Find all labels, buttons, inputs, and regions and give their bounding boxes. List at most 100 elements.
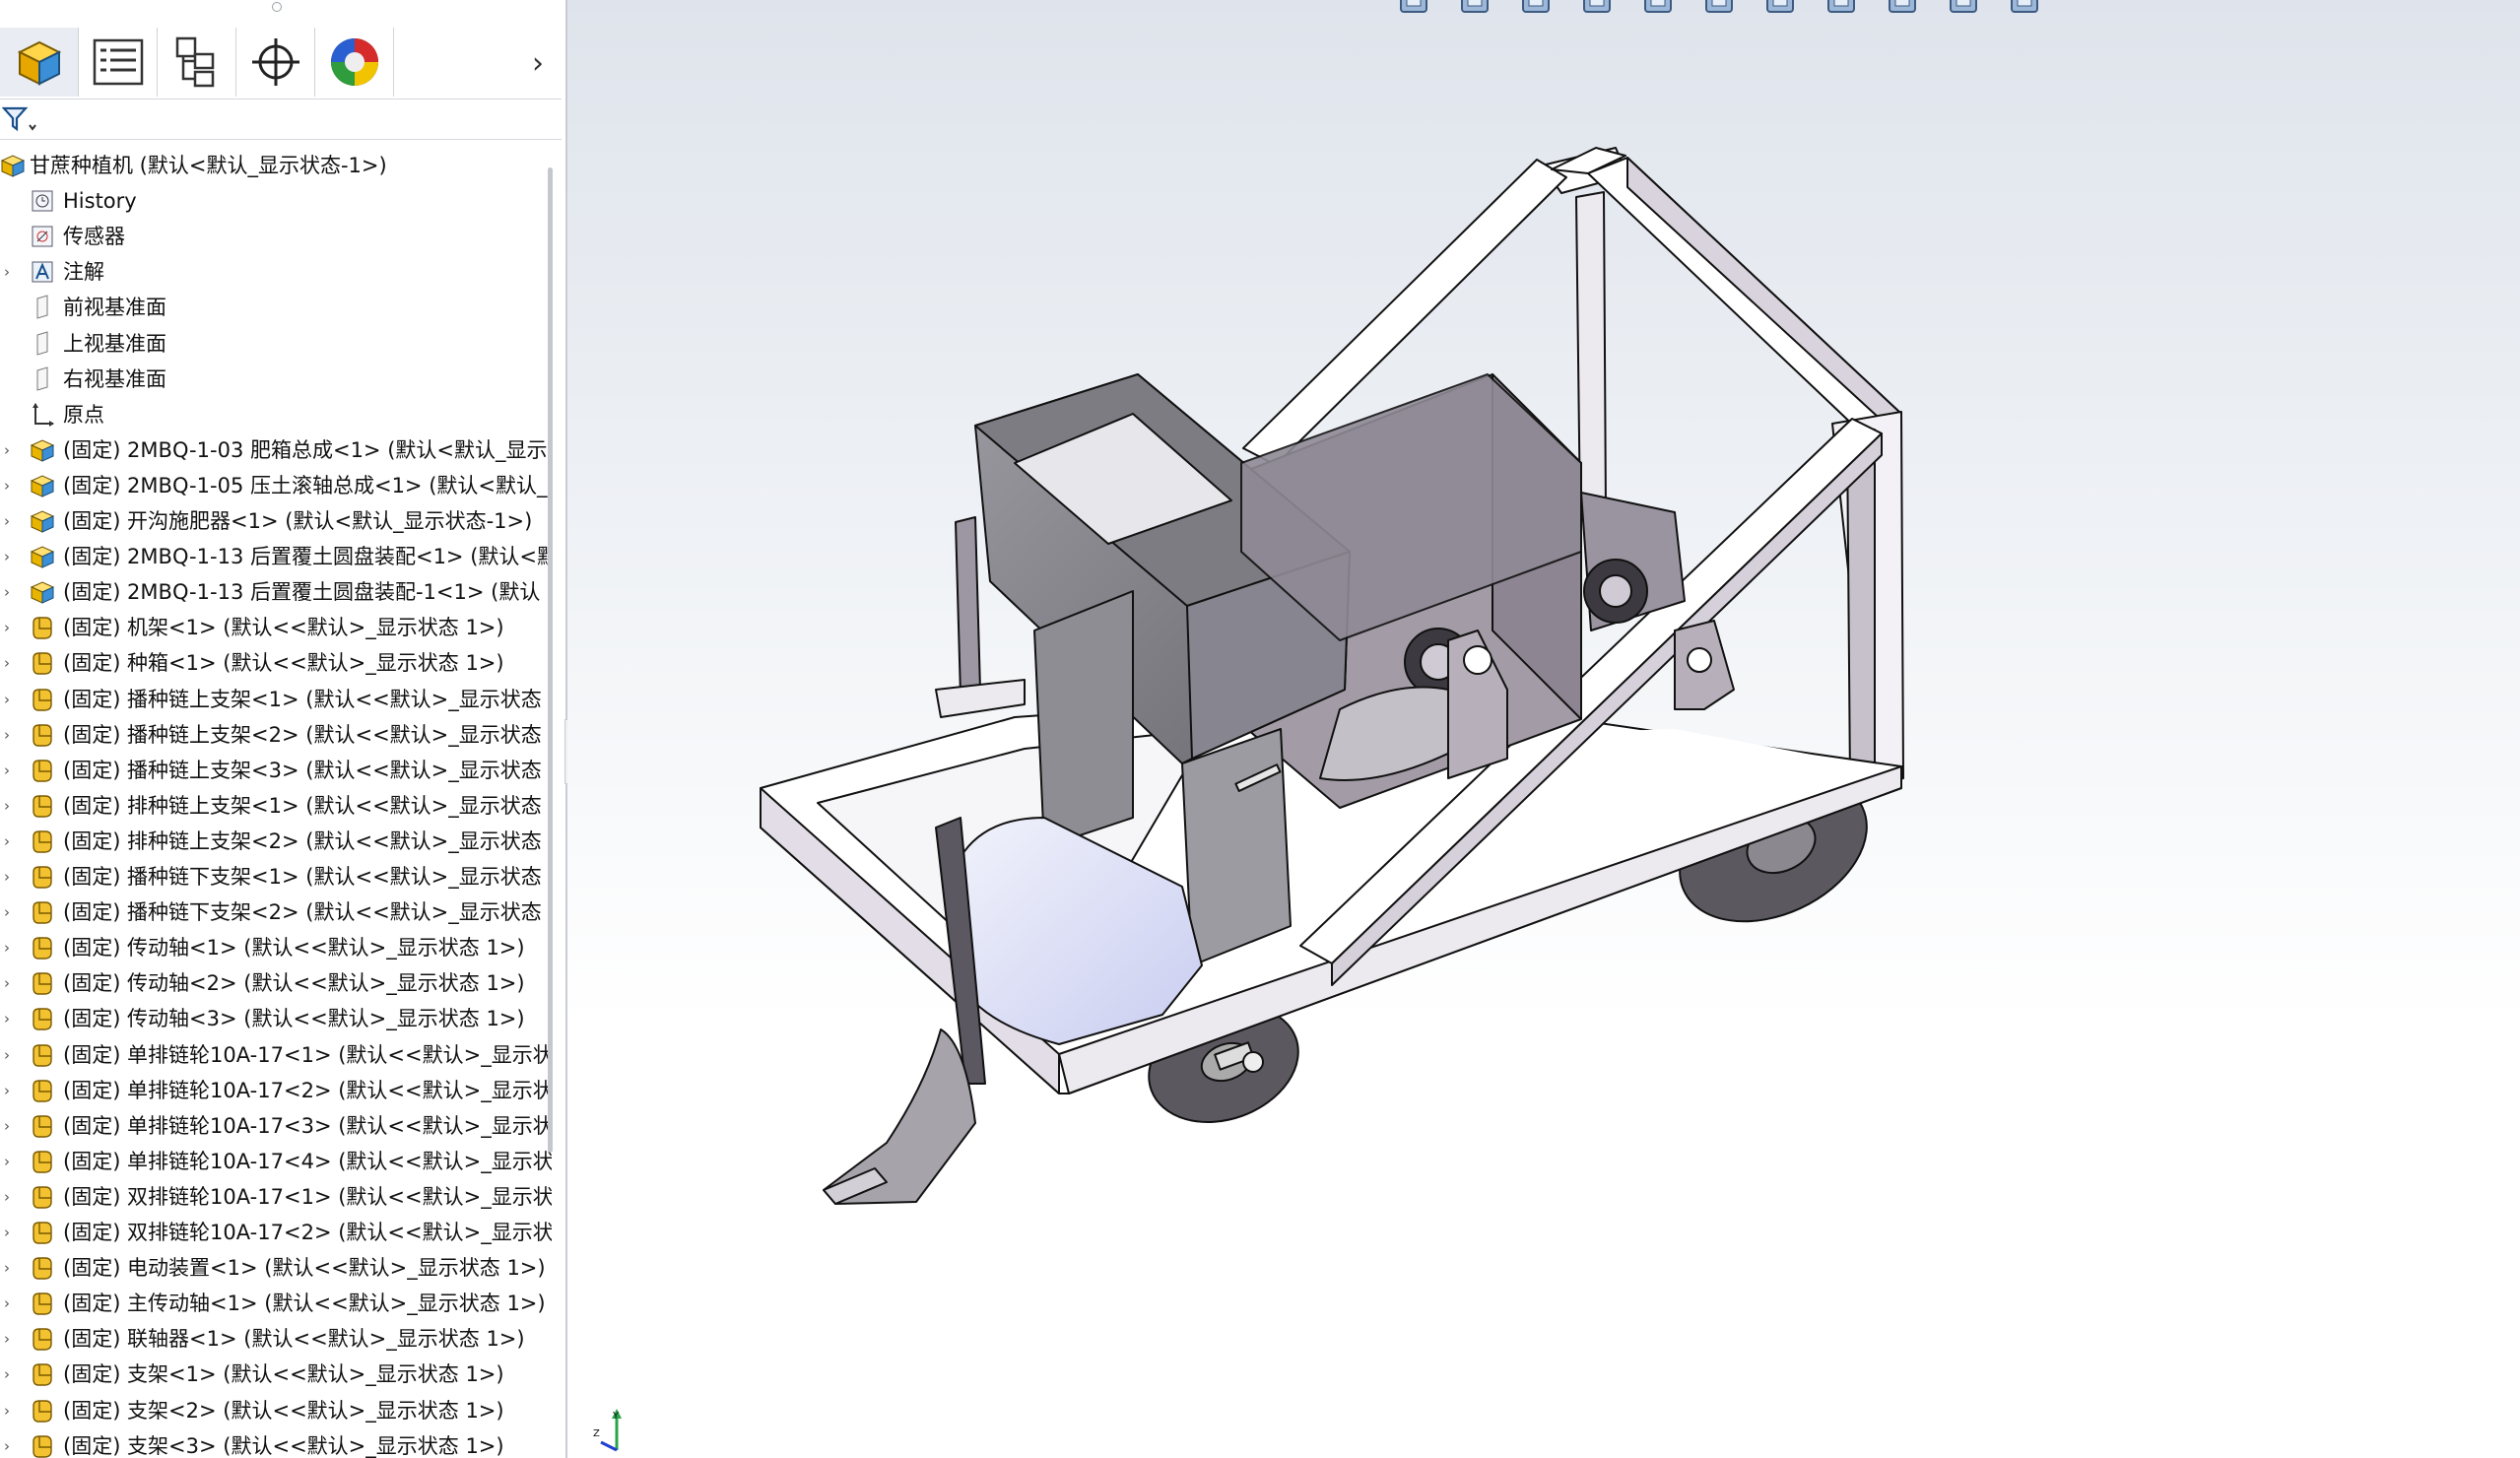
tree-row-label: (固定) 传动轴<1> (默认<<默认>_显示状态 1>) <box>63 936 525 961</box>
graphics-area[interactable]: Y Z <box>567 0 2520 1458</box>
expand-arrow-icon[interactable]: › <box>4 1258 18 1278</box>
tree-row-component-26[interactable]: › (固定) 支架<1> (默认<<默认>_显示状态 1>) <box>0 1357 552 1392</box>
tree-row-label: (固定) 播种链下支架<1> (默认<<默认>_显示状态 <box>63 865 542 889</box>
part-icon <box>30 864 55 890</box>
tree-row-item-5[interactable]: 右视基准面 <box>0 362 552 397</box>
tree-row-component-5[interactable]: › (固定) 机架<1> (默认<<默认>_显示状态 1>) <box>0 610 552 645</box>
funnel-filter-icon[interactable] <box>2 105 37 133</box>
expand-arrow-icon[interactable]: › <box>4 1293 18 1313</box>
subassembly-icon <box>30 508 55 534</box>
history-icon <box>30 188 55 214</box>
tree-row-component-11[interactable]: › (固定) 排种链上支架<2> (默认<<默认>_显示状态 <box>0 824 552 859</box>
expand-arrow-icon[interactable]: › <box>4 938 18 958</box>
expand-arrow-icon[interactable]: › <box>4 1116 18 1136</box>
tree-row-component-20[interactable]: › (固定) 单排链轮10A-17<4> (默认<<默认>_显示状 <box>0 1144 552 1179</box>
tab-display-manager[interactable] <box>315 28 394 97</box>
expand-arrow-icon[interactable]: › <box>4 796 18 816</box>
tree-row-component-16[interactable]: › (固定) 传动轴<3> (默认<<默认>_显示状态 1>) <box>0 1001 552 1036</box>
tree-row-component-14[interactable]: › (固定) 传动轴<1> (默认<<默认>_显示状态 1>) <box>0 930 552 965</box>
tree-vertical-scrollbar[interactable] <box>548 167 553 1153</box>
tree-row-component-15[interactable]: › (固定) 传动轴<2> (默认<<默认>_显示状态 1>) <box>0 965 552 1001</box>
tab-feature-manager[interactable] <box>0 28 79 97</box>
tree-row-label: (固定) 排种链上支架<1> (默认<<默认>_显示状态 <box>63 793 542 818</box>
tree-row-component-7[interactable]: › (固定) 播种链上支架<1> (默认<<默认>_显示状态 <box>0 682 552 717</box>
part-icon <box>30 687 55 712</box>
tree-row-component-19[interactable]: › (固定) 单排链轮10A-17<3> (默认<<默认>_显示状 <box>0 1108 552 1144</box>
plane-icon <box>30 295 55 320</box>
tree-row-component-12[interactable]: › (固定) 播种链下支架<1> (默认<<默认>_显示状态 <box>0 859 552 895</box>
expand-arrow-icon[interactable]: › <box>4 1329 18 1349</box>
expand-arrow-icon[interactable]: › <box>4 1364 18 1384</box>
expand-arrow-icon[interactable]: › <box>4 653 18 673</box>
tree-row-item-6[interactable]: 原点 <box>0 397 552 432</box>
part-icon <box>30 1433 55 1458</box>
origin-icon <box>30 402 55 428</box>
tree-row-component-22[interactable]: › (固定) 双排链轮10A-17<2> (默认<<默认>_显示状 <box>0 1215 552 1250</box>
expand-arrow-icon[interactable]: › <box>4 582 18 602</box>
expand-arrow-icon[interactable]: › <box>4 1045 18 1065</box>
expand-arrow-icon[interactable]: › <box>4 1152 18 1171</box>
tree-row-component-17[interactable]: › (固定) 单排链轮10A-17<1> (默认<<默认>_显示状 <box>0 1037 552 1073</box>
expand-arrow-icon[interactable]: › <box>4 1223 18 1242</box>
tree-row-component-27[interactable]: › (固定) 支架<2> (默认<<默认>_显示状态 1>) <box>0 1393 552 1428</box>
tree-row-component-21[interactable]: › (固定) 双排链轮10A-17<1> (默认<<默认>_显示状 <box>0 1179 552 1215</box>
expand-arrow-icon[interactable]: › <box>4 440 18 460</box>
expand-arrow-icon[interactable]: › <box>4 1081 18 1100</box>
tree-row-component-10[interactable]: › (固定) 排种链上支架<1> (默认<<默认>_显示状态 <box>0 788 552 824</box>
expand-arrow-icon[interactable]: › <box>4 618 18 637</box>
expand-arrow-icon[interactable]: › <box>4 973 18 993</box>
tree-row-component-9[interactable]: › (固定) 播种链上支架<3> (默认<<默认>_显示状态 <box>0 753 552 788</box>
tree-row-label: (固定) 播种链下支架<2> (默认<<默认>_显示状态 <box>63 900 542 925</box>
expand-arrow-icon[interactable]: › <box>4 725 18 745</box>
tree-row-component-0[interactable]: › (固定) 2MBQ-1-03 肥箱总成<1> (默认<默认_显示 <box>0 432 552 468</box>
expand-arrow-icon[interactable]: › <box>4 902 18 922</box>
tree-row-label: 注解 <box>63 260 104 285</box>
tree-row-item-3[interactable]: 前视基准面 <box>0 290 552 325</box>
tree-row-component-8[interactable]: › (固定) 播种链上支架<2> (默认<<默认>_显示状态 <box>0 717 552 753</box>
tree-row-item-0[interactable]: History <box>0 183 552 219</box>
tree-row-component-3[interactable]: › (固定) 2MBQ-1-13 后置覆土圆盘装配<1> (默认<默 <box>0 539 552 574</box>
tree-row-component-25[interactable]: › (固定) 联轴器<1> (默认<<默认>_显示状态 1>) <box>0 1321 552 1357</box>
expand-arrow-icon[interactable]: › <box>4 1009 18 1028</box>
tree-row-item-1[interactable]: 传感器 <box>0 219 552 254</box>
triad-y-label: Y <box>612 1411 620 1422</box>
tree-row-component-6[interactable]: › (固定) 种箱<1> (默认<<默认>_显示状态 1>) <box>0 645 552 681</box>
tree-row-label: (固定) 双排链轮10A-17<1> (默认<<默认>_显示状 <box>63 1184 552 1209</box>
expand-arrow-icon[interactable]: › <box>4 761 18 780</box>
tree-row-item-4[interactable]: 上视基准面 <box>0 326 552 362</box>
expand-arrow-icon[interactable]: › <box>4 1187 18 1207</box>
panel-splitter-handle[interactable] <box>272 2 282 12</box>
tab-dimxpert-manager[interactable] <box>236 28 315 97</box>
expand-arrow-icon[interactable]: › <box>4 690 18 709</box>
tree-row-component-2[interactable]: › (固定) 开沟施肥器<1> (默认<默认_显示状态-1>) <box>0 503 552 539</box>
feature-manager-panel: › 甘蔗种植机 (默认<默认_显示状态-1>) History 传感器 › 注解前视基准… <box>0 0 567 1458</box>
crosshair-target-icon <box>251 38 299 86</box>
tree-row-component-24[interactable]: › (固定) 主传动轴<1> (默认<<默认>_显示状态 1>) <box>0 1286 552 1321</box>
tab-configuration-manager[interactable] <box>158 28 236 97</box>
tree-row-component-1[interactable]: › (固定) 2MBQ-1-05 压土滚轴总成<1> (默认<默认_ <box>0 468 552 503</box>
tree-row-item-2[interactable]: › 注解 <box>0 254 552 290</box>
tree-row-component-18[interactable]: › (固定) 单排链轮10A-17<2> (默认<<默认>_显示状 <box>0 1073 552 1108</box>
view-orientation-triad[interactable]: Y Z <box>593 1409 652 1458</box>
part-icon <box>30 650 55 676</box>
expand-arrow-icon[interactable]: › <box>4 262 18 282</box>
expand-arrow-icon[interactable]: › <box>4 476 18 496</box>
part-icon <box>30 1398 55 1424</box>
tree-row-component-13[interactable]: › (固定) 播种链下支架<2> (默认<<默认>_显示状态 <box>0 895 552 930</box>
tree-row-component-23[interactable]: › (固定) 电动装置<1> (默认<<默认>_显示状态 1>) <box>0 1250 552 1286</box>
tree-row-root-assembly[interactable]: 甘蔗种植机 (默认<默认_显示状态-1>) <box>0 148 552 183</box>
tab-scroll-right-button[interactable]: › <box>532 49 544 79</box>
expand-arrow-icon[interactable]: › <box>4 511 18 531</box>
expand-arrow-icon[interactable]: › <box>4 547 18 566</box>
expand-arrow-icon[interactable]: › <box>4 1436 18 1456</box>
tree-row-label: (固定) 2MBQ-1-03 肥箱总成<1> (默认<默认_显示 <box>63 437 548 462</box>
tree-row-label: (固定) 开沟施肥器<1> (默认<默认_显示状态-1>) <box>63 509 533 533</box>
expand-arrow-icon[interactable]: › <box>4 1401 18 1421</box>
sugarcane-planter-assembly-3d-view[interactable] <box>567 0 2520 1458</box>
tree-row-component-4[interactable]: › (固定) 2MBQ-1-13 后置覆土圆盘装配-1<1> (默认 <box>0 574 552 610</box>
expand-arrow-icon[interactable]: › <box>4 867 18 887</box>
tree-row-component-28[interactable]: › (固定) 支架<3> (默认<<默认>_显示状态 1>) <box>0 1428 552 1458</box>
tab-property-manager[interactable] <box>79 28 158 97</box>
tree-filter-bar[interactable] <box>0 99 562 140</box>
expand-arrow-icon[interactable]: › <box>4 831 18 851</box>
